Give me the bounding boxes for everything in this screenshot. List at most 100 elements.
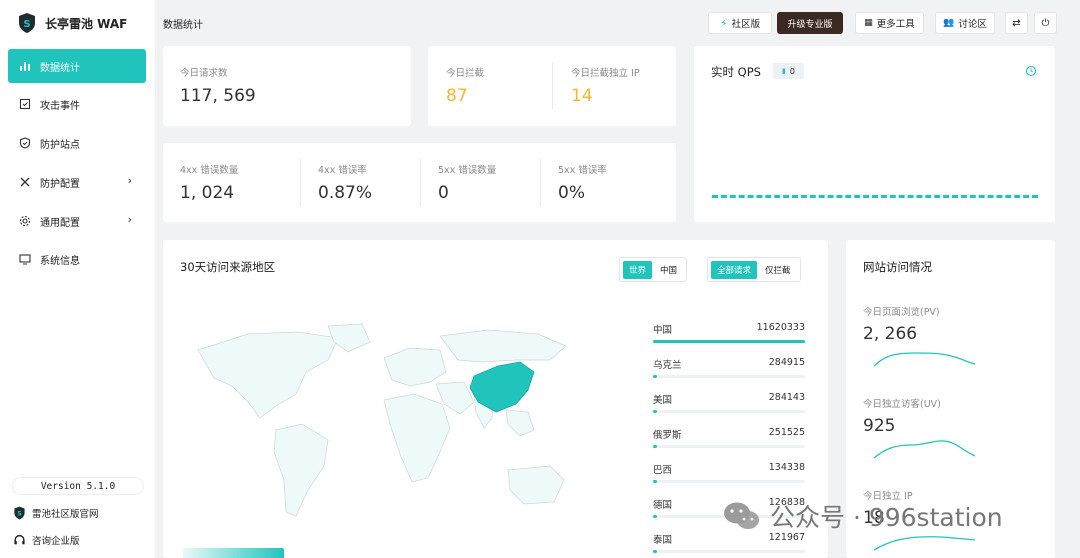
- official-site-link[interactable]: S 雷池社区版官网: [13, 506, 99, 520]
- sidebar-item-label: 系统信息: [40, 255, 80, 267]
- map-europe: [383, 347, 447, 387]
- sidebar-item-general-config[interactable]: 通用配置 ›: [8, 204, 146, 238]
- sidebar-item-label: 防护配置: [40, 178, 80, 190]
- ip-sparkline: [874, 536, 976, 551]
- sidebar-item-protected-sites[interactable]: 防护站点: [8, 126, 146, 160]
- country-bar: [653, 340, 805, 343]
- qps-title: 实时 QPS: [711, 65, 761, 79]
- visits-title: 网站访问情况: [863, 260, 932, 274]
- pv-label: 今日页面浏览(PV): [863, 307, 940, 318]
- request-type-toggle: 全部请求 仅拦截: [707, 257, 801, 282]
- top-bar: 数据统计 ⚡ 社区版 升级专业版 ▦ 更多工具 👥 讨论区 ⇄ ⏻: [155, 0, 1080, 46]
- country-bar: [653, 445, 657, 448]
- sidebar-item-attack-events[interactable]: 攻击事件: [8, 87, 146, 121]
- country-name: 德国: [653, 500, 673, 511]
- more-tools-label: 更多工具: [876, 19, 915, 30]
- sidebar-item-protection-config[interactable]: 防护配置 ›: [8, 165, 146, 199]
- enterprise-label: 咨询企业版: [32, 536, 80, 547]
- country-value: 134338: [768, 462, 805, 473]
- requests-label: 今日请求数: [180, 68, 228, 79]
- more-tools-button[interactable]: ▦ 更多工具: [855, 12, 924, 34]
- toggle-china[interactable]: 中国: [654, 261, 683, 279]
- err4-count-value: 1, 024: [180, 183, 235, 203]
- grid-icon: ▦: [864, 18, 873, 28]
- watermark: 公众号 · 996station: [722, 498, 1003, 534]
- qps-badge: ▮ 0: [773, 63, 804, 79]
- headset-icon: [14, 534, 25, 544]
- qps-line: [712, 195, 1038, 198]
- world-map[interactable]: [178, 320, 578, 530]
- sidebar-item-label: 防护站点: [40, 139, 80, 151]
- map-north-america: [197, 331, 339, 419]
- forum-button[interactable]: 👥 讨论区: [935, 12, 995, 34]
- upgrade-label: 升级专业版: [787, 19, 833, 30]
- qps-badge-value: 0: [789, 66, 795, 76]
- monitor-icon: [19, 254, 31, 265]
- map-africa: [383, 393, 451, 483]
- geo-title: 30天访问来源地区: [180, 260, 276, 274]
- err4-rate-label: 4xx 错误率: [318, 165, 367, 176]
- app-logo[interactable]: S 长亭雷池 WAF: [17, 12, 127, 34]
- err5-count-value: 0: [438, 183, 449, 203]
- tools-icon: [20, 177, 30, 187]
- toggle-world[interactable]: 世界: [623, 260, 653, 279]
- country-name: 泰国: [653, 535, 673, 546]
- country-name: 美国: [653, 395, 673, 406]
- country-bar: [653, 375, 657, 378]
- divider: [540, 158, 541, 206]
- toggle-blocked-only[interactable]: 仅拦截: [759, 261, 797, 279]
- community-label: 社区版: [731, 19, 761, 30]
- users-icon: 👥: [943, 18, 955, 28]
- uv-sparkline: [874, 440, 976, 459]
- divider: [552, 63, 553, 109]
- pv-value: 2, 266: [863, 324, 918, 344]
- country-bar: [653, 410, 657, 413]
- err4-count-label: 4xx 错误数量: [180, 165, 239, 176]
- country-name: 俄罗斯: [653, 430, 682, 441]
- history-icon[interactable]: [1025, 65, 1037, 77]
- uv-value: 925: [863, 416, 896, 436]
- sidebar-item-label: 攻击事件: [40, 100, 80, 112]
- sidebar-item-label: 通用配置: [40, 217, 80, 229]
- sidebar-item-label: 数据统计: [40, 62, 80, 74]
- toggle-all-requests[interactable]: 全部请求: [711, 260, 758, 279]
- sidebar-item-system-info[interactable]: 系统信息: [8, 242, 146, 276]
- country-value: 11620333: [756, 322, 805, 333]
- community-edition-button[interactable]: ⚡ 社区版: [708, 12, 772, 34]
- err5-rate-label: 5xx 错误率: [558, 165, 607, 176]
- chevron-right-icon: ›: [127, 174, 132, 187]
- forum-label: 讨论区: [958, 19, 987, 30]
- country-value: 284915: [768, 357, 805, 368]
- country-name: 巴西: [653, 465, 673, 476]
- map-russia: [439, 329, 567, 363]
- upgrade-pro-button[interactable]: 升级专业版: [777, 12, 843, 34]
- map-southeast-asia: [505, 409, 535, 437]
- chevron-right-icon: ›: [127, 213, 132, 226]
- page-title: 数据统计: [163, 20, 203, 31]
- err5-count-label: 5xx 错误数量: [438, 165, 497, 176]
- blocked-label: 今日拦截: [446, 68, 485, 79]
- logout-button[interactable]: ⏻: [1034, 12, 1057, 34]
- svg-text:S: S: [23, 19, 30, 30]
- language-button[interactable]: ⇄: [1005, 12, 1028, 34]
- country-bar: [653, 480, 657, 483]
- blocked-ip-value: 14: [571, 86, 593, 106]
- sidebar-item-dashboard[interactable]: 数据统计: [8, 49, 146, 83]
- pv-sparkline: [874, 352, 976, 367]
- translate-icon: ⇄: [1012, 17, 1021, 29]
- requests-value: 117, 569: [180, 86, 256, 106]
- app-name: 长亭雷池 WAF: [45, 16, 128, 31]
- err5-rate-value: 0%: [558, 183, 585, 203]
- map-greenland: [327, 323, 371, 353]
- official-site-label: 雷池社区版官网: [32, 509, 99, 520]
- map-australia: [507, 465, 565, 505]
- wechat-icon: [724, 502, 759, 529]
- logout-icon: ⏻: [1041, 17, 1050, 29]
- mini-bar-icon: ▮: [782, 67, 786, 75]
- watermark-text: 公众号 · 996station: [770, 503, 1003, 532]
- sidebar: S 长亭雷池 WAF 数据统计 攻击事件 防护站点 防护配置 › 通用配置 › …: [0, 0, 155, 558]
- err4-rate-value: 0.87%: [318, 183, 373, 203]
- shield-logo-icon: S: [19, 13, 35, 33]
- bar-chart-icon: [20, 62, 30, 71]
- enterprise-link[interactable]: 咨询企业版: [13, 533, 80, 547]
